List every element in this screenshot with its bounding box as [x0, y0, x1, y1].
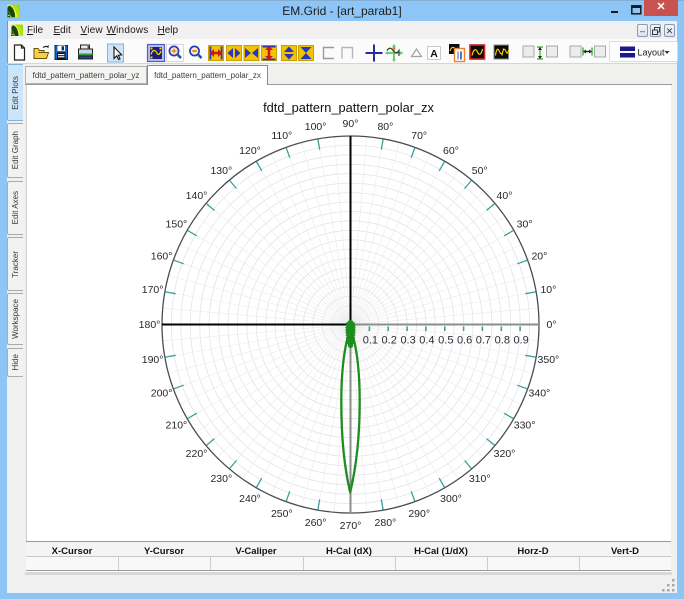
svg-text:220°: 220°	[186, 448, 208, 460]
svg-text:10°: 10°	[540, 284, 556, 296]
svg-text:0.4: 0.4	[419, 335, 434, 347]
svg-text:260°: 260°	[305, 517, 327, 529]
svg-text:110°: 110°	[271, 130, 292, 142]
svg-text:140°: 140°	[186, 190, 208, 202]
svg-text:0.5: 0.5	[438, 335, 453, 347]
svg-text:0.7: 0.7	[476, 335, 491, 347]
svg-text:290°: 290°	[408, 508, 430, 520]
svg-text:80°: 80°	[377, 121, 393, 133]
svg-text:310°: 310°	[469, 473, 491, 485]
svg-text:0.3: 0.3	[400, 335, 415, 347]
svg-text:350°: 350°	[538, 354, 560, 366]
svg-text:30°: 30°	[517, 219, 533, 231]
svg-text:180°: 180°	[139, 319, 161, 331]
svg-text:190°: 190°	[142, 354, 164, 366]
svg-text:0°: 0°	[546, 319, 556, 331]
svg-text:160°: 160°	[151, 250, 173, 262]
svg-text:40°: 40°	[497, 190, 513, 202]
svg-text:280°: 280°	[375, 517, 397, 529]
svg-text:150°: 150°	[166, 219, 188, 231]
svg-text:0.1: 0.1	[363, 335, 378, 347]
svg-text:240°: 240°	[239, 493, 261, 505]
svg-text:300°: 300°	[440, 493, 462, 505]
svg-text:0.8: 0.8	[495, 335, 510, 347]
svg-text:0.2: 0.2	[382, 335, 397, 347]
svg-text:320°: 320°	[494, 448, 516, 460]
svg-text:170°: 170°	[142, 284, 164, 296]
svg-text:100°: 100°	[305, 121, 327, 133]
svg-text:20°: 20°	[531, 250, 547, 262]
svg-text:330°: 330°	[514, 420, 536, 432]
svg-text:250°: 250°	[271, 508, 293, 520]
svg-text:Layout: Layout	[638, 48, 666, 58]
svg-text:230°: 230°	[210, 473, 232, 485]
svg-text:120°: 120°	[239, 145, 261, 157]
svg-text:0.6: 0.6	[457, 335, 472, 347]
svg-text:0.9: 0.9	[513, 335, 528, 347]
svg-text:130°: 130°	[210, 165, 232, 177]
svg-text:70°: 70°	[411, 130, 427, 142]
svg-text:270°: 270°	[340, 520, 362, 532]
svg-text:340°: 340°	[529, 388, 551, 400]
svg-text:A: A	[430, 48, 438, 60]
svg-text:210°: 210°	[166, 420, 188, 432]
svg-text:90°: 90°	[343, 118, 359, 130]
svg-text:60°: 60°	[443, 145, 459, 157]
svg-text:200°: 200°	[151, 388, 173, 400]
svg-text:50°: 50°	[472, 165, 488, 177]
